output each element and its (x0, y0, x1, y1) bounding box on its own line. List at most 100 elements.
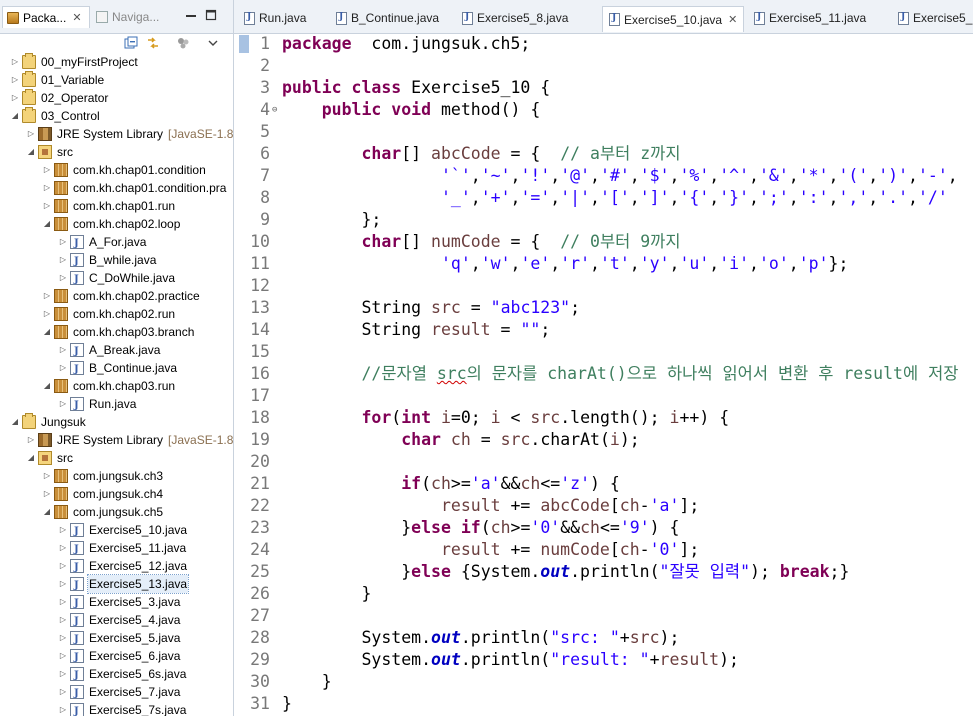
tree-item[interactable]: ▷ Exercise5_7s.java (58, 701, 187, 716)
collapsed-twisty-icon[interactable]: ▷ (42, 287, 52, 305)
collapsed-twisty-icon[interactable]: ▷ (58, 575, 68, 593)
collapse-all-icon[interactable] (124, 36, 138, 50)
collapsed-twisty-icon[interactable]: ▷ (58, 269, 68, 287)
editor-tab[interactable]: Exercise5_13 (892, 6, 973, 30)
collapsed-twisty-icon[interactable]: ▷ (58, 251, 68, 269)
collapsed-twisty-icon[interactable]: ▷ (58, 611, 68, 629)
tree-item[interactable]: ▷ com.jungsuk.ch3 (42, 467, 164, 485)
collapsed-twisty-icon[interactable]: ▷ (58, 521, 68, 539)
collapsed-twisty-icon[interactable]: ▷ (42, 485, 52, 503)
expanded-twisty-icon[interactable]: ◢ (26, 449, 36, 467)
collapsed-twisty-icon[interactable]: ▷ (42, 467, 52, 485)
collapsed-twisty-icon[interactable]: ▷ (58, 359, 68, 377)
focus-icon[interactable] (176, 36, 190, 50)
editor-tab[interactable]: Exercise5_8.java (456, 6, 594, 30)
tree-item[interactable]: ▷ 00_myFirstProject (10, 53, 139, 71)
collapsed-twisty-icon[interactable]: ▷ (58, 701, 68, 716)
collapsed-twisty-icon[interactable]: ▷ (58, 557, 68, 575)
tree-item[interactable]: ▷ Exercise5_4.java (58, 611, 181, 631)
tab-navigator[interactable]: Naviga... (92, 6, 159, 28)
code-token: '{' (679, 188, 710, 207)
line-number: 29 (250, 650, 270, 669)
tree-item[interactable]: ◢ com.kh.chap02.loop (42, 215, 181, 233)
tree-item[interactable]: ▷ com.jungsuk.ch4 (42, 485, 164, 503)
collapsed-twisty-icon[interactable]: ▷ (58, 629, 68, 647)
tree-item[interactable]: ▷ com.kh.chap02.run (42, 305, 176, 323)
tree-item[interactable]: ◢ 03_Control (10, 107, 101, 125)
tree-item[interactable]: ◢ com.kh.chap03.branch (42, 323, 195, 341)
tree-item[interactable]: ▷ C_DoWhile.java (58, 269, 176, 289)
collapsed-twisty-icon[interactable]: ▷ (42, 305, 52, 323)
code-token: ',' (838, 188, 869, 207)
code-token: 'z' (560, 474, 591, 493)
editor-tab[interactable]: B_Continue.java (330, 6, 448, 30)
tree-item[interactable]: ▷ com.kh.chap01.condition.pra (42, 179, 227, 197)
tree-item[interactable]: ▷ com.kh.chap01.run (42, 197, 176, 215)
tree-item[interactable]: ◢ src (26, 143, 74, 161)
code-text: }; (282, 209, 381, 231)
collapsed-twisty-icon[interactable]: ▷ (10, 89, 20, 107)
tree-item[interactable]: ▷ JRE System Library [JavaSE-1.8] (26, 431, 233, 449)
editor-tab[interactable]: Run.java (238, 6, 328, 30)
expanded-twisty-icon[interactable]: ◢ (42, 503, 52, 521)
expanded-twisty-icon[interactable]: ◢ (10, 107, 20, 125)
tab-package-explorer[interactable]: Packa... ✕ (2, 6, 90, 28)
collapsed-twisty-icon[interactable]: ▷ (26, 431, 36, 449)
tree-item[interactable]: ▷ JRE System Library [JavaSE-1.8] (26, 125, 233, 143)
tree-item[interactable]: ▷ Run.java (58, 395, 137, 415)
tree-item[interactable]: ▷ A_Break.java (58, 341, 161, 361)
code-token: ch (580, 518, 600, 537)
fold-toggle-icon[interactable]: ⊖ (272, 99, 277, 121)
tree-item[interactable]: ▷ A_For.java (58, 233, 147, 253)
collapsed-twisty-icon[interactable]: ▷ (58, 665, 68, 683)
collapsed-twisty-icon[interactable]: ▷ (10, 71, 20, 89)
tree-item[interactable]: ▷ Exercise5_5.java (58, 629, 181, 649)
tree-item[interactable]: ▷ B_while.java (58, 251, 157, 271)
expanded-twisty-icon[interactable]: ◢ (10, 413, 20, 431)
expanded-twisty-icon[interactable]: ◢ (42, 323, 52, 341)
tree-item[interactable]: ◢ Jungsuk (10, 413, 87, 431)
tree-item[interactable]: ◢ src (26, 449, 74, 467)
tree-item[interactable]: ▷ Exercise5_6.java (58, 647, 181, 667)
tree-item[interactable]: ▷ com.kh.chap02.practice (42, 287, 201, 305)
tree-item[interactable]: ▷ Exercise5_13.java (58, 574, 190, 595)
collapsed-twisty-icon[interactable]: ▷ (58, 647, 68, 665)
tree-item[interactable]: ▷ Exercise5_6s.java (58, 665, 187, 685)
tree-item[interactable]: ▷ Exercise5_3.java (58, 593, 181, 613)
collapsed-twisty-icon[interactable]: ▷ (58, 395, 68, 413)
tree-item[interactable]: ▷ 02_Operator (10, 89, 109, 107)
collapsed-twisty-icon[interactable]: ▷ (58, 593, 68, 611)
tree-item[interactable]: ▷ Exercise5_10.java (58, 521, 188, 541)
collapsed-twisty-icon[interactable]: ▷ (42, 161, 52, 179)
link-with-editor-icon[interactable] (146, 36, 160, 50)
collapsed-twisty-icon[interactable]: ▷ (58, 683, 68, 701)
expanded-twisty-icon[interactable]: ◢ (42, 215, 52, 233)
expanded-twisty-icon[interactable]: ◢ (26, 143, 36, 161)
collapsed-twisty-icon[interactable]: ▷ (58, 539, 68, 557)
editor-tab[interactable]: Exercise5_10.java ✕ (602, 6, 744, 32)
editor-tab[interactable]: Exercise5_11.java (748, 6, 888, 30)
tree-item[interactable]: ▷ B_Continue.java (58, 359, 178, 379)
collapsed-twisty-icon[interactable]: ▷ (10, 53, 20, 71)
line-number: 21 (250, 474, 270, 493)
package-icon (54, 325, 68, 339)
minimize-icon[interactable] (184, 9, 198, 23)
close-icon[interactable]: ✕ (72, 11, 81, 24)
collapsed-twisty-icon[interactable]: ▷ (42, 179, 52, 197)
tree-item[interactable]: ▷ 01_Variable (10, 71, 105, 89)
collapsed-twisty-icon[interactable]: ▷ (58, 233, 68, 251)
collapsed-twisty-icon[interactable]: ▷ (26, 125, 36, 143)
tree-item[interactable]: ▷ Exercise5_12.java (58, 557, 188, 577)
tree-item[interactable]: ◢ com.jungsuk.ch5 (42, 503, 164, 521)
tree-item[interactable]: ▷ com.kh.chap01.condition (42, 161, 207, 179)
tree-item[interactable]: ▷ Exercise5_7.java (58, 683, 181, 703)
close-icon[interactable]: ✕ (728, 13, 737, 26)
collapsed-twisty-icon[interactable]: ▷ (58, 341, 68, 359)
collapsed-twisty-icon[interactable]: ▷ (42, 197, 52, 215)
expanded-twisty-icon[interactable]: ◢ (42, 377, 52, 395)
tree-item[interactable]: ▷ Exercise5_11.java (58, 539, 187, 559)
code-area[interactable]: 1 package com.jungsuk.ch5; 2 3 public class … (234, 34, 973, 716)
maximize-icon[interactable] (204, 9, 218, 23)
view-menu-icon[interactable] (206, 36, 220, 50)
tree-item[interactable]: ◢ com.kh.chap03.run (42, 377, 176, 395)
